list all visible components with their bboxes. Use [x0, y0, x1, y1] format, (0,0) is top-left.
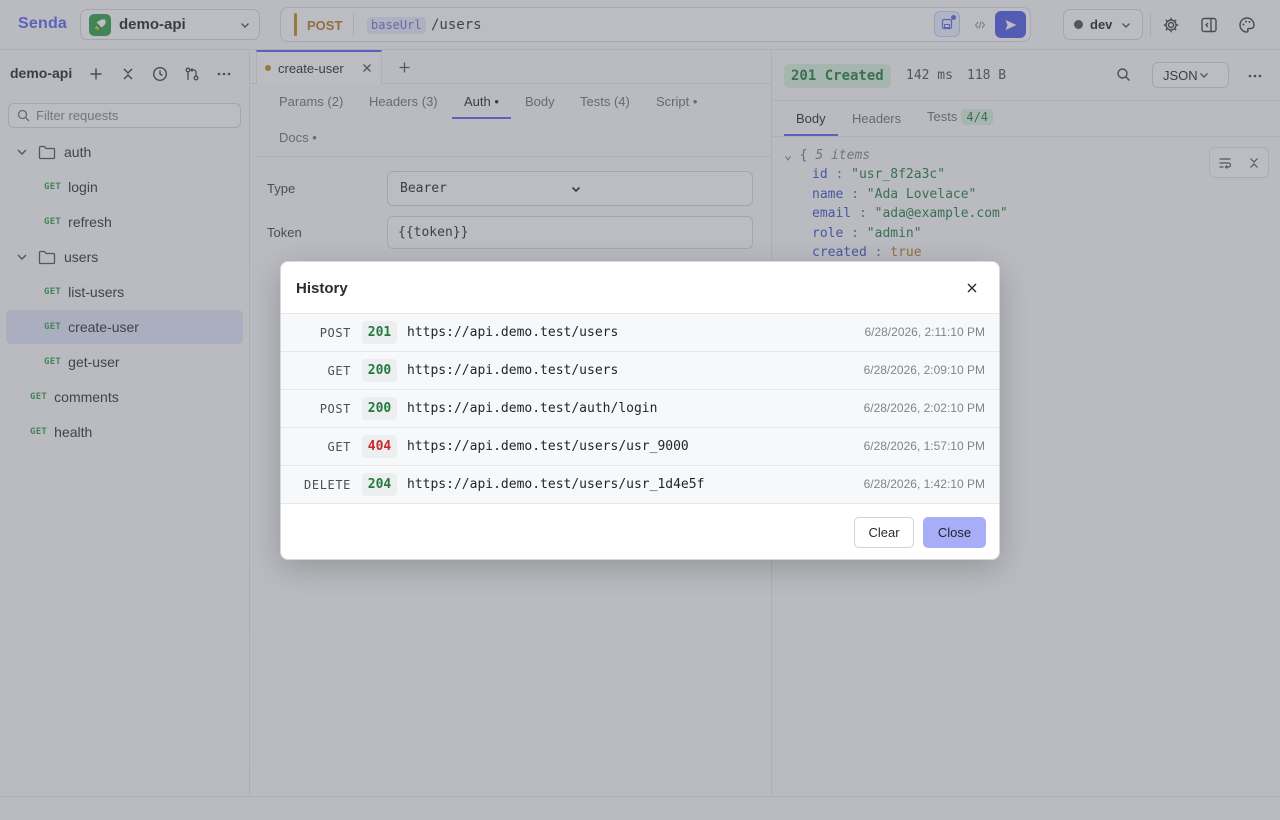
history-method: POST: [319, 402, 351, 416]
dialog-close-button[interactable]: [961, 277, 983, 299]
history-entry[interactable]: GET 404 https://api.demo.test/users/usr_…: [281, 428, 999, 466]
history-entry[interactable]: POST 201 https://api.demo.test/users 6/2…: [281, 314, 999, 352]
history-method: GET: [327, 440, 351, 454]
history-status-badge: 404: [362, 435, 397, 458]
history-timestamp: 6/28/2026, 2:09:10 PM: [863, 363, 985, 377]
history-method: DELETE: [304, 478, 351, 492]
history-method: POST: [319, 326, 351, 340]
history-url: https://api.demo.test/auth/login: [407, 401, 658, 416]
history-timestamp: 6/28/2026, 1:42:10 PM: [863, 477, 985, 491]
history-status-badge: 200: [362, 397, 397, 420]
history-timestamp: 6/28/2026, 1:57:10 PM: [863, 439, 985, 453]
history-url: https://api.demo.test/users/usr_1d4e5f: [407, 477, 705, 492]
history-url: https://api.demo.test/users: [407, 363, 619, 378]
history-url: https://api.demo.test/users: [407, 325, 619, 340]
close-button[interactable]: Close: [923, 517, 986, 548]
clear-history-button[interactable]: Clear: [854, 517, 914, 548]
history-entry[interactable]: GET 200 https://api.demo.test/users 6/28…: [281, 352, 999, 390]
dialog-title: History: [296, 280, 348, 297]
history-status-badge: 204: [362, 473, 397, 496]
history-list: POST 201 https://api.demo.test/users 6/2…: [281, 313, 999, 504]
history-dialog: History POST 201 https://api.demo.test/u…: [280, 261, 1000, 560]
history-url: https://api.demo.test/users/usr_9000: [407, 439, 689, 454]
history-entry[interactable]: POST 200 https://api.demo.test/auth/logi…: [281, 390, 999, 428]
history-method: GET: [327, 364, 351, 378]
history-status-badge: 200: [362, 359, 397, 382]
history-timestamp: 6/28/2026, 2:02:10 PM: [863, 401, 985, 415]
history-entry[interactable]: DELETE 204 https://api.demo.test/users/u…: [281, 466, 999, 504]
close-icon: [966, 282, 978, 294]
history-timestamp: 6/28/2026, 2:11:10 PM: [864, 325, 985, 339]
history-status-badge: 201: [362, 321, 397, 344]
